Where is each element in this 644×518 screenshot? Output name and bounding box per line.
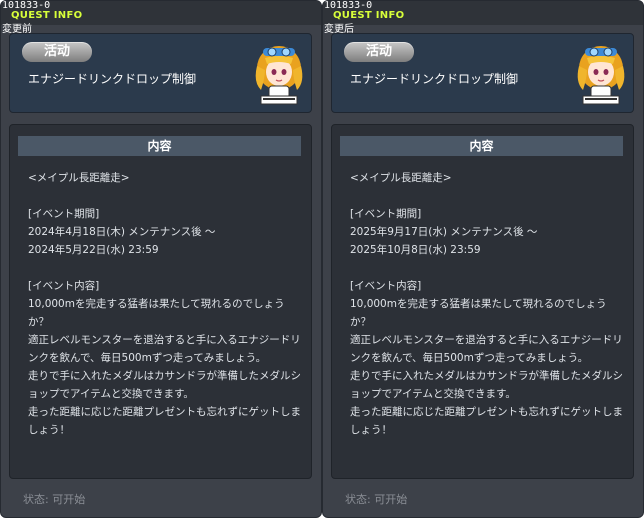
quest-content-box: 内容 <メイプル長距離走> [イベント期間] 2024年4月18日(木) メンテ… — [9, 124, 312, 479]
npc-portrait-icon — [255, 46, 303, 105]
quest-info-label: QUEST INFO — [333, 10, 405, 21]
quest-info-panel-after: 101833-0 QUEST INFO 変更后 活动 エナジードリンクドロップ制… — [322, 0, 644, 518]
quest-title-box: 活动 エナジードリンクドロップ制御 — [9, 33, 312, 113]
content-text: <メイプル長距離走> [イベント期間] 2025年9月17日(水) メンテナンス… — [350, 172, 623, 436]
npc-portrait-icon — [577, 46, 625, 105]
quest-title: エナジードリンクドロップ制御 — [350, 72, 519, 86]
quest-content-box: 内容 <メイプル長距離走> [イベント期間] 2025年9月17日(水) メンテ… — [331, 124, 634, 479]
quest-info-label: QUEST INFO — [11, 10, 83, 21]
status-pill: 活动 — [344, 42, 414, 62]
status-pill: 活动 — [22, 42, 92, 62]
footer-status: 状态: 可开始 — [345, 493, 408, 506]
content-header: 内容 — [18, 136, 301, 156]
quest-title-box: 活动 エナジードリンクドロップ制御 — [331, 33, 634, 113]
content-text: <メイプル長距離走> [イベント期間] 2024年4月18日(木) メンテナンス… — [28, 172, 301, 436]
quest-title: エナジードリンクドロップ制御 — [28, 72, 197, 86]
footer-status: 状态: 可开始 — [23, 493, 86, 506]
quest-info-panel-before: 101833-0 QUEST INFO 変更前 活动 エナジードリンクドロップ制… — [0, 0, 322, 518]
content-header: 内容 — [340, 136, 623, 156]
